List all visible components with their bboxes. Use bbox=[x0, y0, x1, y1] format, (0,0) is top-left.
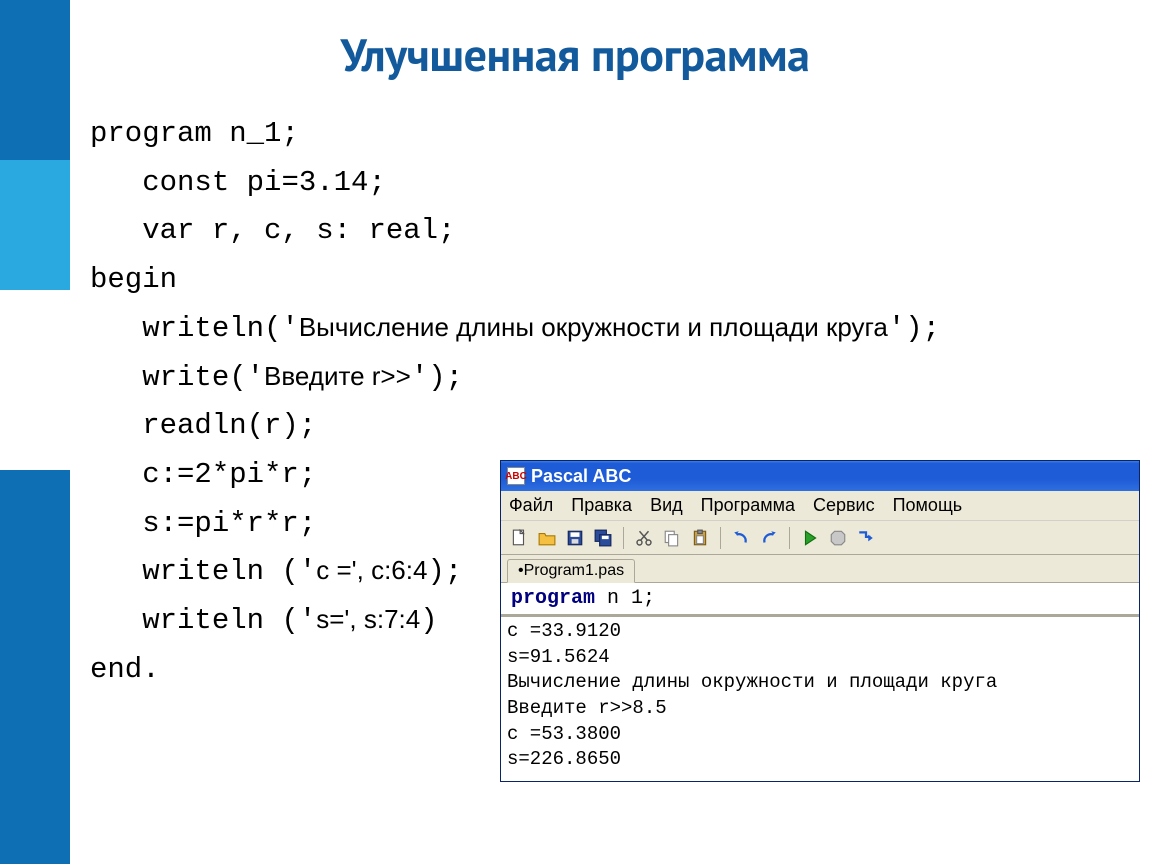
pascal-ide-window: ABC Pascal ABC Файл Правка Вид Программа… bbox=[500, 460, 1140, 782]
app-icon: ABC bbox=[507, 467, 525, 485]
menu-help[interactable]: Помощь bbox=[893, 495, 963, 516]
new-file-button[interactable] bbox=[507, 526, 531, 550]
copy-icon bbox=[663, 529, 681, 547]
step-button[interactable] bbox=[854, 526, 878, 550]
code-line: writeln('Вычисление длины окружности и п… bbox=[90, 312, 940, 345]
save-all-icon bbox=[594, 529, 612, 547]
new-file-icon bbox=[510, 529, 528, 547]
code-line: write('Введите r>>'); bbox=[90, 361, 463, 394]
save-all-button[interactable] bbox=[591, 526, 615, 550]
code-line: end. bbox=[90, 653, 160, 686]
undo-icon bbox=[732, 529, 750, 547]
undo-button[interactable] bbox=[729, 526, 753, 550]
editor-text: n 1; bbox=[595, 587, 655, 610]
window-title: Pascal ABC bbox=[531, 466, 631, 487]
toolbar bbox=[501, 521, 1139, 555]
editor-keyword: program bbox=[511, 587, 595, 610]
open-button[interactable] bbox=[535, 526, 559, 550]
paste-icon bbox=[691, 529, 709, 547]
page-title: Улучшенная программа bbox=[0, 24, 1150, 84]
open-folder-icon bbox=[538, 529, 556, 547]
code-line: s:=pi*r*r; bbox=[90, 507, 316, 540]
tab-strip: •Program1.pas bbox=[501, 555, 1139, 583]
code-line: readln(r); bbox=[90, 409, 316, 442]
cut-button[interactable] bbox=[632, 526, 656, 550]
menu-view[interactable]: Вид bbox=[650, 495, 683, 516]
code-line: const pi=3.14; bbox=[90, 166, 386, 199]
toolbar-separator bbox=[789, 527, 790, 549]
menu-bar: Файл Правка Вид Программа Сервис Помощь bbox=[501, 491, 1139, 521]
toolbar-separator bbox=[623, 527, 624, 549]
code-line: writeln ('c =', c:6:4); bbox=[90, 555, 462, 588]
menu-file[interactable]: Файл bbox=[509, 495, 553, 516]
run-button[interactable] bbox=[798, 526, 822, 550]
menu-service[interactable]: Сервис bbox=[813, 495, 875, 516]
redo-icon bbox=[760, 529, 778, 547]
redo-button[interactable] bbox=[757, 526, 781, 550]
run-icon bbox=[801, 529, 819, 547]
scissors-icon bbox=[635, 529, 653, 547]
paste-button[interactable] bbox=[688, 526, 712, 550]
step-icon bbox=[857, 529, 875, 547]
code-line: c:=2*pi*r; bbox=[90, 458, 316, 491]
code-line: program n_1; bbox=[90, 117, 299, 150]
code-editor[interactable]: program n 1; bbox=[501, 583, 1139, 615]
file-tab[interactable]: •Program1.pas bbox=[507, 559, 635, 583]
menu-program[interactable]: Программа bbox=[701, 495, 795, 516]
code-line: begin bbox=[90, 263, 177, 296]
sidebar-stripe-white bbox=[0, 290, 70, 470]
sidebar-stripe-cyan bbox=[0, 160, 70, 290]
code-line: var r, c, s: real; bbox=[90, 214, 455, 247]
code-line: writeln ('s=', s:7:4) bbox=[90, 604, 438, 637]
stop-icon bbox=[829, 529, 847, 547]
stop-button[interactable] bbox=[826, 526, 850, 550]
menu-edit[interactable]: Правка bbox=[571, 495, 632, 516]
copy-button[interactable] bbox=[660, 526, 684, 550]
console-output: c =33.9120 s=91.5624 Вычисление длины ок… bbox=[501, 615, 1139, 781]
save-button[interactable] bbox=[563, 526, 587, 550]
save-icon bbox=[566, 529, 584, 547]
title-bar[interactable]: ABC Pascal ABC bbox=[501, 461, 1139, 491]
toolbar-separator bbox=[720, 527, 721, 549]
